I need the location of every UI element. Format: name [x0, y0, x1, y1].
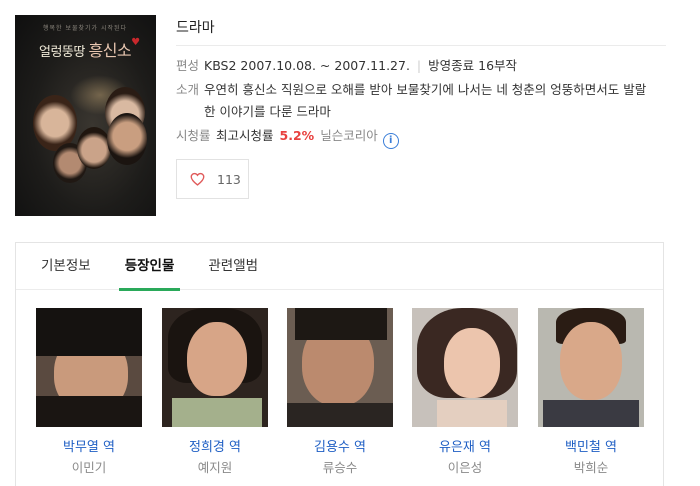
rating-percent: 5.2% — [279, 128, 315, 143]
summary-text: 우연히 흥신소 직원으로 오해를 받아 보물찾기에 나서는 네 청춘의 엉뚱하면… — [204, 82, 647, 119]
cast-actor[interactable]: 예지원 — [162, 460, 268, 476]
cast-item[interactable]: 박무열 역 이민기 — [36, 308, 142, 476]
drama-info: 드라마 편성 KBS2 2007.10.08. ~ 2007.11.27. | 방영… — [176, 15, 666, 149]
summary-row: 소개 우연히 흥신소 직원으로 오해를 받아 보물찾기에 나서는 네 청춘의 엉… — [176, 79, 666, 123]
rating-value-group: 최고시청률 5.2% 닐슨코리아 i — [216, 125, 399, 149]
drama-poster[interactable]: 행복한 보물찾기가 시작된다 얼렁뚱땅 흥신소♥ — [15, 15, 156, 216]
cast-photo[interactable] — [36, 308, 142, 427]
cast-actor[interactable]: 이민기 — [36, 460, 142, 476]
drama-title: 드라마 — [176, 15, 666, 46]
poster-tagline: 행복한 보물찾기가 시작된다 — [43, 25, 128, 32]
tab-bar: 기본정보 등장인물 관련앨범 — [16, 243, 663, 291]
tab-related-albums[interactable]: 관련앨범 — [208, 243, 258, 290]
cast-actor[interactable]: 박희순 — [538, 460, 644, 476]
summary-label: 소개 — [176, 82, 200, 97]
cast-photo[interactable] — [162, 308, 268, 427]
cast-role[interactable]: 김용수 역 — [287, 440, 393, 456]
poster-face — [107, 113, 147, 165]
rating-label: 시청률 — [176, 128, 211, 143]
cast-role[interactable]: 정희경 역 — [162, 440, 268, 456]
poster-title: 얼렁뚱땅 흥신소♥ — [39, 37, 140, 60]
broadcast-label: 편성 — [176, 58, 200, 73]
broadcast-row: 편성 KBS2 2007.10.08. ~ 2007.11.27. | 방영종료 1… — [176, 55, 666, 77]
broadcast-status: 방영종료 16부작 — [428, 58, 518, 73]
cast-role[interactable]: 유은재 역 — [412, 440, 518, 456]
poster-title-small: 얼렁뚱땅 — [39, 45, 85, 60]
detail-card: 기본정보 등장인물 관련앨범 박무열 역 이민기 정희경 역 예지원 김용수 역… — [15, 242, 664, 486]
info-icon[interactable]: i — [382, 133, 399, 149]
cast-photo[interactable] — [412, 308, 518, 427]
cast-actor[interactable]: 이은성 — [412, 460, 518, 476]
heart-icon — [190, 172, 205, 186]
poster-face — [77, 127, 111, 169]
rating-desc: 최고시청률 — [216, 128, 274, 143]
cast-photo[interactable] — [287, 308, 393, 427]
cast-role[interactable]: 백민철 역 — [538, 440, 644, 456]
poster-title-big: 흥신소 — [88, 41, 132, 60]
cast-item[interactable]: 정희경 역 예지원 — [162, 308, 268, 476]
broadcast-value: KBS2 2007.10.08. ~ 2007.11.27. | 방영종료 16부작 — [204, 58, 518, 73]
rating-row: 시청률 최고시청률 5.2% 닐슨코리아 i — [176, 125, 666, 149]
cast-item[interactable]: 김용수 역 류승수 — [287, 308, 393, 476]
tab-basic-info[interactable]: 기본정보 — [41, 243, 91, 290]
cast-photo[interactable] — [538, 308, 644, 427]
rating-source: 닐슨코리아 — [320, 128, 378, 143]
cast-item[interactable]: 백민철 역 박희순 — [538, 308, 644, 476]
cast-item[interactable]: 유은재 역 이은성 — [412, 308, 518, 476]
broadcast-channel-dates: KBS2 2007.10.08. ~ 2007.11.27. — [204, 58, 410, 73]
like-count: 113 — [217, 171, 241, 187]
like-button[interactable]: 113 — [176, 159, 249, 199]
cast-actor[interactable]: 류승수 — [287, 460, 393, 476]
tab-characters[interactable]: 등장인물 — [118, 243, 181, 291]
cast-role[interactable]: 박무열 역 — [36, 440, 142, 456]
